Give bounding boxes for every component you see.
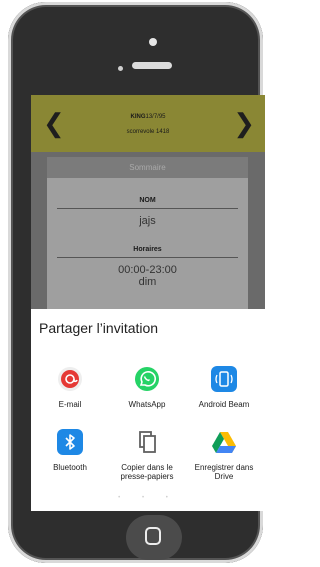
copy-icon — [134, 429, 160, 455]
share-option-android-beam[interactable]: Android Beam — [188, 366, 260, 409]
share-sheet: Partager l’invitation E-mail WhatsApp An… — [31, 309, 265, 511]
next-arrow-icon[interactable]: ❯ — [233, 110, 255, 136]
brand-rest: 13/7/95 — [145, 114, 166, 120]
front-camera — [149, 38, 157, 46]
share-title: Partager l’invitation — [39, 320, 159, 336]
day-value: dim — [138, 276, 157, 288]
sensor-dot — [118, 66, 123, 71]
home-button[interactable] — [126, 515, 182, 560]
horaires-label: Horaires — [133, 246, 162, 253]
share-option-drive[interactable]: Enregistrer dans Drive — [188, 429, 260, 481]
earpiece-speaker — [132, 62, 172, 69]
drive-icon — [211, 429, 237, 455]
app-header: ❮ KING13/7/95 scorrevole 1418 ❯ — [31, 95, 265, 152]
share-option-copy[interactable]: Copier dans le presse-papiers — [111, 429, 183, 481]
share-option-bluetooth[interactable]: Bluetooth — [34, 429, 106, 472]
email-icon — [57, 366, 83, 392]
summary-title: Sommaire — [47, 157, 248, 178]
phone-screen: ❮ KING13/7/95 scorrevole 1418 ❯ Sommaire… — [31, 95, 265, 511]
share-option-whatsapp[interactable]: WhatsApp — [111, 366, 183, 409]
nom-label: NOM — [139, 197, 156, 204]
brand-title: KING13/7/95 — [31, 114, 265, 120]
android-beam-label: Android Beam — [198, 400, 250, 409]
nom-value: jajs — [139, 215, 156, 227]
divider — [57, 257, 238, 258]
bluetooth-label: Bluetooth — [53, 463, 87, 472]
page-indicator: • • • — [118, 495, 178, 501]
divider — [57, 208, 238, 209]
whatsapp-label: WhatsApp — [128, 400, 166, 409]
header-subtitle: scorrevole 1418 — [126, 129, 170, 135]
whatsapp-icon — [134, 366, 160, 392]
brand-bold: KING — [130, 114, 146, 120]
share-option-email[interactable]: E-mail — [34, 366, 106, 409]
copy-label: Copier dans le presse-papiers — [120, 463, 174, 481]
bluetooth-icon — [57, 429, 83, 455]
email-label: E-mail — [58, 400, 82, 409]
drive-label: Enregistrer dans Drive — [194, 463, 254, 481]
horaires-value: 00:00-23:00 — [118, 264, 177, 276]
home-button-icon — [145, 527, 161, 545]
android-beam-icon — [211, 366, 237, 392]
